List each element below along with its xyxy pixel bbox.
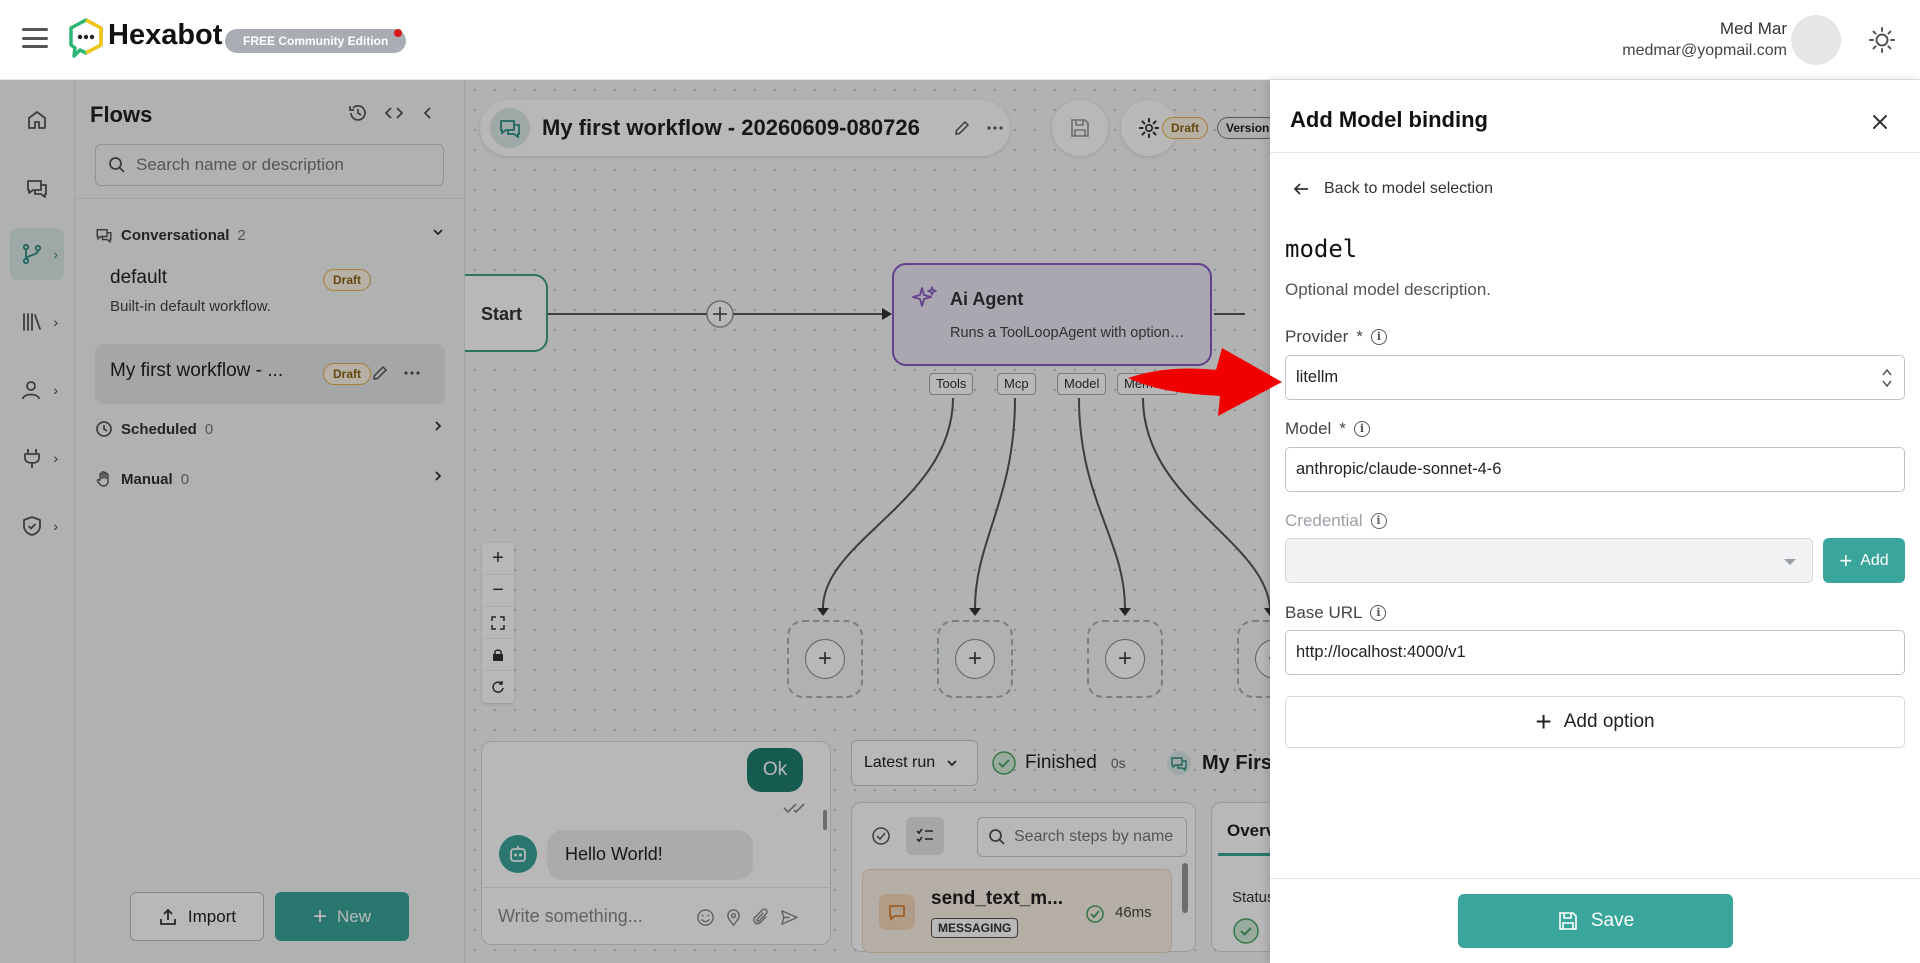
save-disk-icon — [1559, 912, 1577, 930]
provider-label-text: Provider — [1285, 327, 1349, 346]
user-email: medmar@yopmail.com — [1622, 42, 1787, 59]
model-label-text: Model — [1285, 419, 1332, 438]
avatar[interactable] — [1791, 15, 1841, 65]
select-arrows-icon — [1882, 368, 1892, 388]
provider-select[interactable]: litellm — [1285, 355, 1905, 400]
plus-icon: + — [1535, 706, 1552, 737]
drawer-title: Add Model binding — [1290, 107, 1488, 132]
arrow-left-icon — [1293, 183, 1308, 195]
info-icon[interactable]: i — [1353, 421, 1370, 437]
plus-icon: + — [1839, 547, 1853, 573]
provider-label: Provider * i — [1285, 327, 1387, 347]
modal-backdrop[interactable] — [0, 80, 1270, 963]
close-icon[interactable] — [1868, 110, 1892, 134]
provider-value: litellm — [1296, 368, 1339, 386]
credential-select[interactable] — [1285, 538, 1813, 583]
hexabot-logo-icon — [69, 18, 103, 58]
dropdown-caret-icon — [1784, 559, 1796, 565]
model-label: Model * i — [1285, 419, 1370, 439]
info-icon[interactable]: i — [1370, 605, 1387, 621]
model-input[interactable]: anthropic/claude-sonnet-4-6 — [1285, 447, 1905, 492]
add-option-button[interactable]: + Add option — [1285, 696, 1905, 748]
top-bar: Hexabot FREE Community Edition Med Mar m… — [0, 0, 1920, 80]
add-credential-label: Add — [1860, 551, 1889, 569]
save-button[interactable]: Save — [1458, 894, 1733, 948]
base-url-label-text: Base URL — [1285, 603, 1363, 622]
base-url-value: http://localhost:4000/v1 — [1296, 643, 1466, 661]
hamburger-menu-icon[interactable] — [22, 28, 48, 48]
model-value: anthropic/claude-sonnet-4-6 — [1296, 460, 1502, 478]
red-annotation-arrow-icon — [1128, 348, 1282, 416]
brand-name: Hexabot — [108, 19, 223, 51]
info-icon[interactable]: i — [1370, 513, 1387, 529]
required-marker: * — [1339, 419, 1346, 438]
binding-description: Optional model description. — [1285, 280, 1492, 299]
back-link-label: Back to model selection — [1324, 180, 1493, 197]
base-url-input[interactable]: http://localhost:4000/v1 — [1285, 630, 1905, 675]
credential-label: Credential i — [1285, 511, 1387, 531]
sun-theme-toggle-icon[interactable] — [1868, 26, 1896, 54]
add-model-binding-drawer: Add Model binding Back to model selectio… — [1270, 80, 1920, 963]
required-marker: * — [1356, 327, 1363, 346]
footer-divider — [1270, 878, 1920, 879]
user-name: Med Mar — [1719, 19, 1787, 38]
add-option-label: Add option — [1563, 711, 1655, 732]
add-credential-button[interactable]: + Add — [1823, 538, 1905, 583]
notification-dot — [394, 29, 402, 37]
divider — [1270, 152, 1920, 153]
back-to-model-selection-link[interactable]: Back to model selection — [1292, 180, 1493, 198]
base-url-label: Base URL i — [1285, 603, 1387, 623]
binding-name: model — [1285, 235, 1358, 263]
edition-badge: FREE Community Edition — [225, 29, 407, 53]
save-label: Save — [1590, 910, 1635, 931]
credential-label-text: Credential — [1285, 511, 1363, 530]
info-icon[interactable]: i — [1370, 329, 1387, 345]
